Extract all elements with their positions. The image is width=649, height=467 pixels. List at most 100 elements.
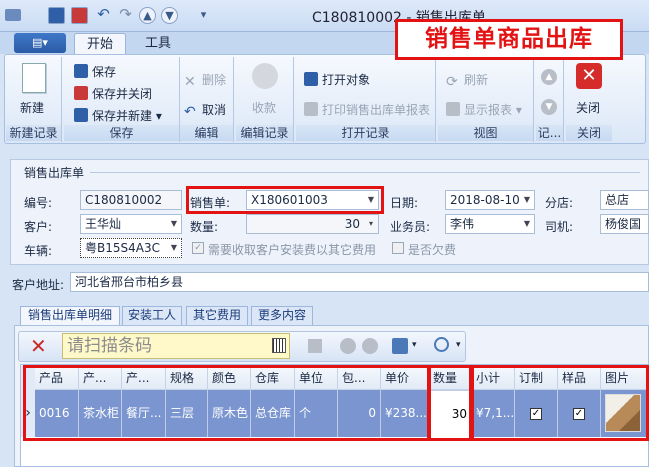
customer-label: 客户: bbox=[24, 220, 53, 234]
save-icon[interactable] bbox=[48, 7, 65, 24]
delete-button[interactable]: ✕ 删除 bbox=[184, 71, 226, 89]
chevron-down-icon[interactable]: ▾ bbox=[456, 340, 461, 350]
salesman-field[interactable]: 李伟 ▼ bbox=[445, 214, 535, 234]
next-record-icon[interactable]: ▼ bbox=[541, 99, 557, 115]
up-icon[interactable]: ▲ bbox=[139, 7, 156, 24]
form-title: 销售出库单 bbox=[24, 166, 85, 180]
need-fee-label: 需要收取客户安装费以其它费用 bbox=[208, 243, 377, 257]
down-icon[interactable]: ▼ bbox=[161, 7, 178, 24]
print-report-label: 打印销售出库单报表 bbox=[322, 103, 431, 117]
barcode-placeholder: 请扫描条码 bbox=[67, 336, 152, 356]
save-close-button[interactable]: 保存并关闭 bbox=[74, 85, 152, 102]
chevron-down-icon[interactable]: ▼ bbox=[167, 215, 181, 233]
chevron-down-icon[interactable]: ▼ bbox=[167, 239, 181, 257]
spin-icon[interactable]: ▾ bbox=[364, 215, 378, 233]
chevron-down-icon[interactable]: ▾ bbox=[412, 340, 417, 350]
annotation-callout: 销售单商品出库 bbox=[395, 19, 623, 60]
highlight-columns bbox=[23, 365, 430, 441]
group-label: 视图 bbox=[438, 125, 533, 141]
save-close-icon bbox=[74, 86, 88, 100]
group-label: 关闭 bbox=[566, 125, 612, 141]
show-report-button[interactable]: 显示报表 ▾ bbox=[446, 101, 522, 118]
new-button[interactable]: 新建 bbox=[20, 99, 44, 116]
tab-tools[interactable]: 工具 bbox=[132, 33, 184, 54]
open-object-label: 打开对象 bbox=[322, 73, 371, 87]
quantity-value: 30 bbox=[344, 217, 360, 231]
save-new-label: 保存并新建 bbox=[92, 109, 153, 123]
owed-checkbox[interactable] bbox=[392, 242, 404, 254]
salesman-value: 李伟 bbox=[450, 217, 475, 231]
owed-label: 是否欠费 bbox=[408, 243, 457, 257]
open-object-button[interactable]: 打开对象 bbox=[304, 71, 370, 88]
report-icon bbox=[446, 102, 460, 116]
group-edit-record: 收款 编辑记录 bbox=[236, 57, 294, 142]
new-doc-icon bbox=[22, 63, 46, 93]
highlight-sales-order bbox=[186, 186, 384, 214]
chevron-down-icon[interactable]: ▼ bbox=[520, 215, 534, 233]
tab-other-fees[interactable]: 其它费用 bbox=[186, 306, 248, 325]
quantity-field[interactable]: 30 ▾ bbox=[246, 214, 379, 234]
search-icon[interactable] bbox=[434, 337, 449, 352]
group-label: 保存 bbox=[64, 125, 179, 141]
receive-button[interactable]: 收款 bbox=[252, 99, 276, 116]
driver-label: 司机: bbox=[545, 220, 574, 234]
group-label: 编辑 bbox=[180, 125, 233, 141]
date-field[interactable]: 2018-08-10 ▼ bbox=[445, 190, 535, 210]
refresh-icon: ⟳ bbox=[446, 74, 458, 90]
driver-field[interactable]: 杨俊国 bbox=[600, 214, 649, 234]
delete-icon: ✕ bbox=[184, 74, 196, 90]
vehicle-field[interactable]: 粤B15S4A3C ▼ bbox=[80, 238, 182, 258]
driver-value: 杨俊国 bbox=[605, 217, 642, 231]
code-field[interactable]: C180810002 bbox=[80, 190, 182, 210]
branch-field[interactable]: 总店 bbox=[600, 190, 649, 210]
save-icon bbox=[74, 64, 88, 78]
print-report-button[interactable]: 打印销售出库单报表 bbox=[304, 101, 430, 118]
tab-home[interactable]: 开始 bbox=[74, 33, 126, 54]
salesman-label: 业务员: bbox=[390, 220, 431, 234]
code-label: 编号: bbox=[24, 196, 53, 210]
customer-field[interactable]: 王华灿 ▼ bbox=[80, 214, 182, 234]
close-button[interactable]: 关闭 bbox=[576, 99, 600, 116]
address-field[interactable]: 河北省邢台市柏乡县 bbox=[70, 272, 649, 292]
chevron-down-icon[interactable]: ▼ bbox=[520, 191, 534, 209]
save-button[interactable]: 保存 bbox=[74, 63, 116, 80]
address-label: 客户地址: bbox=[12, 278, 65, 292]
tab-detail[interactable]: 销售出库单明细 bbox=[20, 306, 120, 325]
redo-icon[interactable]: ↷ bbox=[117, 7, 134, 24]
undo-label: 取消 bbox=[202, 103, 227, 117]
highlight-qty-column bbox=[428, 365, 472, 441]
grid-icon[interactable] bbox=[308, 339, 322, 353]
refresh-button[interactable]: ⟳ 刷新 bbox=[446, 71, 488, 89]
up-circle-icon[interactable] bbox=[340, 338, 356, 354]
save-new-button[interactable]: 保存并新建 ▾ bbox=[74, 107, 162, 124]
delete-row-icon[interactable]: ✕ bbox=[30, 335, 47, 357]
group-label: 记... bbox=[536, 125, 563, 141]
branch-value: 总店 bbox=[605, 193, 630, 207]
print-icon[interactable] bbox=[392, 338, 408, 354]
group-edit: ✕ 删除 ↶ 取消 编辑 bbox=[180, 57, 234, 142]
down-circle-icon[interactable] bbox=[362, 338, 378, 354]
app-icon[interactable] bbox=[5, 9, 21, 21]
undo-button[interactable]: ↶ 取消 bbox=[184, 101, 226, 119]
barcode-icon[interactable] bbox=[272, 338, 286, 353]
refresh-label: 刷新 bbox=[464, 73, 489, 87]
close-x-icon: ✕ bbox=[576, 63, 602, 89]
barcode-input[interactable]: 请扫描条码 bbox=[62, 333, 290, 359]
need-fee-checkbox[interactable]: ✓ bbox=[192, 242, 204, 254]
tab-installers[interactable]: 安装工人 bbox=[122, 306, 182, 325]
undo-icon: ↶ bbox=[184, 104, 196, 120]
form-title-rule bbox=[90, 172, 640, 173]
prev-record-icon[interactable]: ▲ bbox=[541, 69, 557, 85]
customize-menu-icon[interactable]: ▾ bbox=[195, 7, 212, 24]
file-menu-button[interactable]: ▤▾ bbox=[14, 33, 66, 53]
close-record-icon[interactable] bbox=[71, 7, 88, 24]
print-icon bbox=[304, 102, 318, 116]
date-value: 2018-08-10 bbox=[450, 193, 520, 207]
group-close: ✕ 关闭 关闭 bbox=[566, 57, 612, 142]
branch-label: 分店: bbox=[545, 196, 574, 210]
save-label: 保存 bbox=[92, 65, 117, 79]
group-label: 新建记录 bbox=[6, 125, 61, 141]
tab-more[interactable]: 更多内容 bbox=[251, 306, 313, 325]
group-new-record: 新建 新建记录 bbox=[6, 57, 62, 142]
undo-icon[interactable]: ↶ bbox=[95, 7, 112, 24]
